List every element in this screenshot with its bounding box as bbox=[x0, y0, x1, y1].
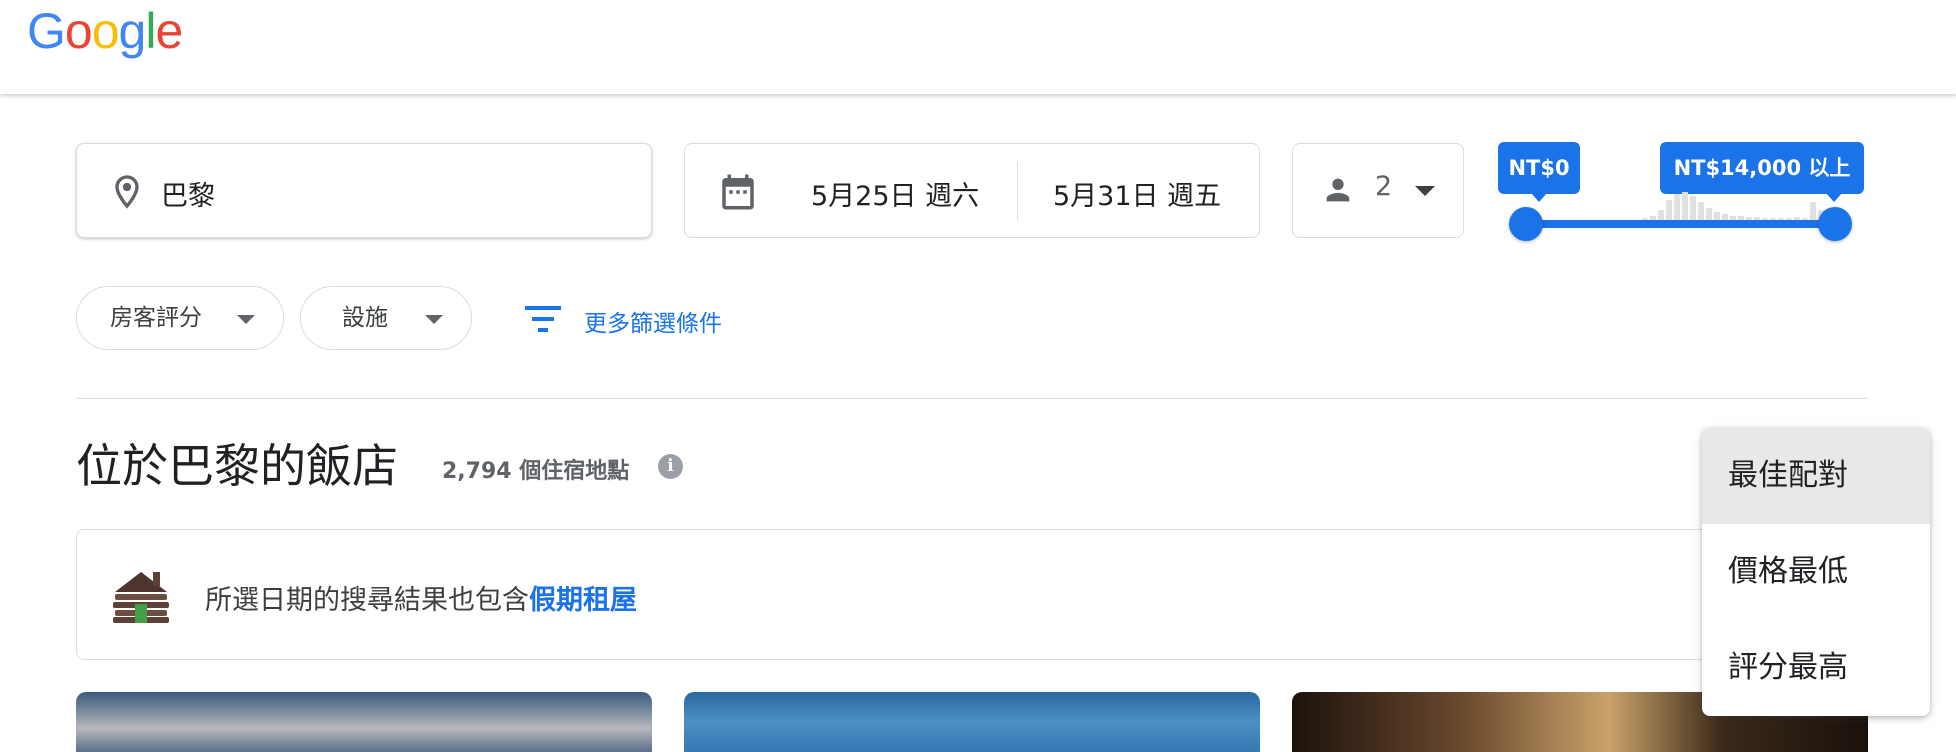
results-count: 2,794 個住宿地點 bbox=[442, 459, 630, 484]
location-input[interactable]: 巴黎 bbox=[76, 143, 652, 238]
sort-option-best-match[interactable]: 最佳配對 bbox=[1702, 428, 1930, 524]
logo-letter: G bbox=[27, 3, 66, 59]
check-in-date[interactable]: 5月25日 週六 bbox=[811, 174, 979, 213]
sort-option-lowest-price[interactable]: 價格最低 bbox=[1702, 524, 1930, 620]
guest-rating-filter[interactable]: 房客評分 bbox=[76, 286, 284, 350]
price-max-label: NT$14,000 以上 bbox=[1660, 142, 1864, 202]
guest-count: 2 bbox=[1375, 171, 1393, 202]
chevron-down-icon bbox=[237, 315, 255, 324]
chip-label: 設施 bbox=[342, 305, 388, 331]
vacation-rentals-link[interactable]: 假期租屋 bbox=[529, 585, 637, 616]
chip-label: 房客評分 bbox=[110, 305, 202, 331]
info-icon[interactable]: i bbox=[658, 454, 683, 479]
logo-letter: g bbox=[118, 3, 147, 59]
sort-menu: 最佳配對 價格最低 評分最高 bbox=[1702, 428, 1930, 716]
vacation-rental-banner: 所選日期的搜尋結果也包含假期租屋 bbox=[76, 529, 1868, 660]
logo-letter: o bbox=[64, 3, 93, 59]
logo-letter: l bbox=[145, 3, 156, 59]
banner-message: 所選日期的搜尋結果也包含 bbox=[205, 585, 529, 616]
price-min-handle[interactable] bbox=[1509, 207, 1543, 241]
hotel-card-image[interactable] bbox=[76, 692, 652, 752]
cabin-icon bbox=[113, 572, 169, 623]
amenities-filter[interactable]: 設施 bbox=[300, 286, 472, 350]
logo-letter: e bbox=[155, 3, 183, 59]
more-filters-label: 更多篩選條件 bbox=[584, 311, 722, 337]
banner-text: 所選日期的搜尋結果也包含假期租屋 bbox=[205, 578, 637, 617]
hotel-card-image[interactable] bbox=[684, 692, 1260, 752]
date-divider bbox=[1017, 162, 1018, 220]
price-histogram bbox=[1642, 192, 1824, 222]
location-value: 巴黎 bbox=[161, 181, 215, 212]
divider bbox=[76, 398, 1868, 399]
top-bar: Google bbox=[0, 0, 1956, 94]
chevron-down-icon bbox=[1415, 186, 1435, 196]
google-logo[interactable]: Google bbox=[27, 3, 183, 59]
person-icon bbox=[1326, 178, 1350, 202]
sort-option-highest-rating[interactable]: 評分最高 bbox=[1702, 620, 1930, 716]
check-out-date[interactable]: 5月31日 週五 bbox=[1053, 174, 1221, 213]
price-max-handle[interactable] bbox=[1818, 207, 1852, 241]
date-range-picker[interactable]: 5月25日 週六 5月31日 週五 bbox=[684, 143, 1260, 238]
location-pin-icon bbox=[115, 175, 139, 209]
calendar-icon bbox=[722, 174, 754, 210]
guest-selector[interactable]: 2 bbox=[1292, 143, 1464, 238]
logo-letter: o bbox=[91, 3, 120, 59]
price-min-label: NT$0 bbox=[1498, 142, 1580, 202]
filter-icon bbox=[525, 306, 561, 332]
price-slider-track[interactable] bbox=[1524, 220, 1836, 228]
page-title: 位於巴黎的飯店 bbox=[76, 439, 398, 493]
chevron-down-icon bbox=[425, 315, 443, 324]
